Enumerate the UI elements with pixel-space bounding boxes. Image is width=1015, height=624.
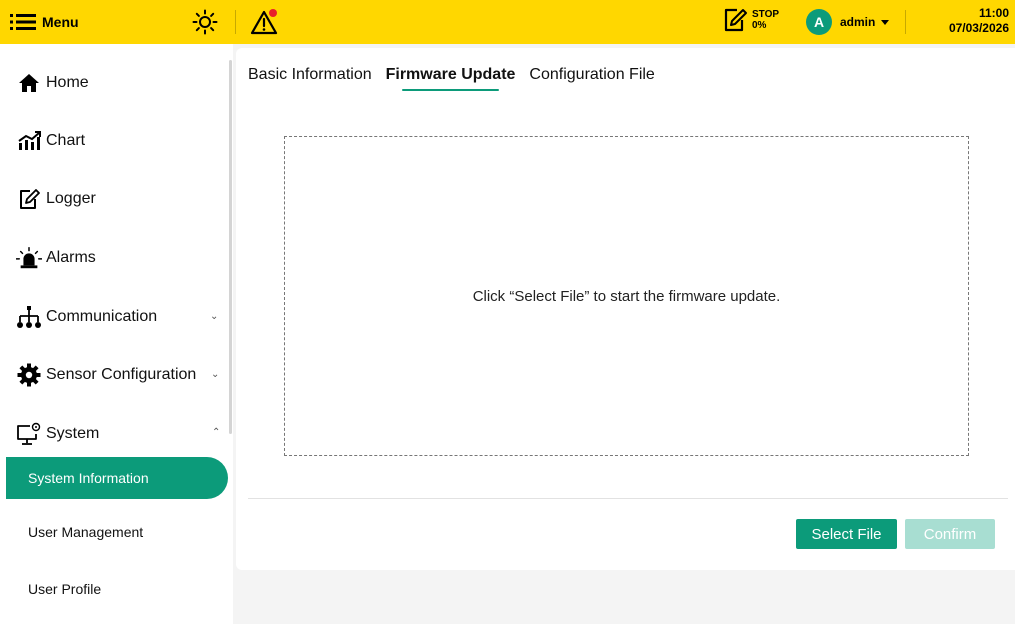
tab-firmware-update[interactable]: Firmware Update: [386, 66, 515, 91]
user-menu[interactable]: A admin: [806, 9, 890, 35]
tab-bar: Basic Information Firmware Update Config…: [248, 66, 669, 91]
home-icon: [16, 71, 42, 95]
chevron-down-icon: [881, 19, 890, 25]
status-percent: 0%: [752, 20, 767, 31]
sidebar-scrollbar[interactable]: [229, 60, 232, 434]
sidebar-item-logger[interactable]: Logger: [16, 184, 96, 214]
divider: [248, 498, 1008, 499]
sidebar-item-label: Home: [46, 74, 89, 91]
sidebar-item-label: Sensor Configuration: [46, 366, 197, 383]
chart-icon: [16, 129, 42, 153]
sidebar-subitem-label: User Profile: [28, 581, 102, 597]
sidebar-item-label: Alarms: [46, 249, 96, 266]
sidebar-subitem-system-information[interactable]: System Information: [6, 457, 228, 499]
sidebar-item-label: Chart: [46, 132, 86, 149]
clock-date: 07/03/2026: [948, 21, 1009, 35]
clock: 11:00 07/03/2026: [949, 6, 1009, 36]
sidebar-item-alarms[interactable]: Alarms: [16, 243, 96, 273]
run-status[interactable]: STOP 0%: [722, 6, 779, 34]
tab-configuration-file[interactable]: Configuration File: [529, 66, 654, 84]
sidebar-item-label: System: [46, 425, 100, 442]
sidebar-subitem-label: User Management: [28, 524, 144, 540]
select-file-button[interactable]: Select File: [796, 519, 897, 549]
gear-icon: [16, 363, 42, 387]
status-state: STOP: [752, 9, 780, 20]
menu-button[interactable]: Menu: [10, 10, 79, 34]
sidebar-subitem-label: System Information: [28, 470, 149, 486]
hamburger-icon: [10, 14, 36, 30]
main-panel: Basic Information Firmware Update Config…: [236, 48, 1015, 570]
tab-basic-information[interactable]: Basic Information: [248, 66, 372, 84]
sidebar-item-home[interactable]: Home: [16, 68, 89, 98]
logger-icon: [16, 187, 42, 211]
sidebar-item-label: Communication: [46, 308, 158, 325]
sidebar-item-system[interactable]: System: [16, 419, 99, 449]
avatar: A: [806, 9, 832, 35]
sidebar-subitem-user-profile[interactable]: User Profile: [6, 568, 228, 610]
divider: [905, 10, 906, 34]
network-icon: [16, 305, 42, 329]
sidebar-item-sensor-configuration[interactable]: Sensor Configuration: [16, 360, 196, 390]
sidebar: Home Chart Logger Alarms Communication ⌄…: [0, 44, 233, 624]
warning-icon[interactable]: [250, 8, 280, 36]
edit-status-icon: [724, 8, 747, 32]
file-drop-area[interactable]: Click “Select File” to start the firmwar…: [284, 136, 969, 456]
chevron-down-icon[interactable]: ⌄: [210, 311, 218, 322]
menu-label: Menu: [42, 14, 79, 30]
sidebar-item-communication[interactable]: Communication: [16, 302, 157, 332]
alarm-icon: [16, 246, 42, 270]
sidebar-subitem-user-management[interactable]: User Management: [6, 511, 228, 553]
chevron-down-icon[interactable]: ⌄: [211, 369, 219, 380]
confirm-button[interactable]: Confirm: [905, 519, 995, 549]
top-bar: Menu STOP 0% A admin 11:00 07/03/2026: [0, 0, 1015, 44]
user-name: admin: [840, 15, 876, 29]
instruction-text: Click “Select File” to start the firmwar…: [472, 287, 781, 305]
divider: [235, 10, 236, 34]
monitor-gear-icon: [16, 422, 42, 446]
sidebar-item-chart[interactable]: Chart: [16, 126, 85, 156]
brightness-icon[interactable]: [192, 9, 218, 35]
chevron-up-icon[interactable]: ⌃: [212, 427, 220, 438]
clock-time: 11:00: [978, 6, 1009, 20]
sidebar-item-label: Logger: [46, 190, 96, 207]
